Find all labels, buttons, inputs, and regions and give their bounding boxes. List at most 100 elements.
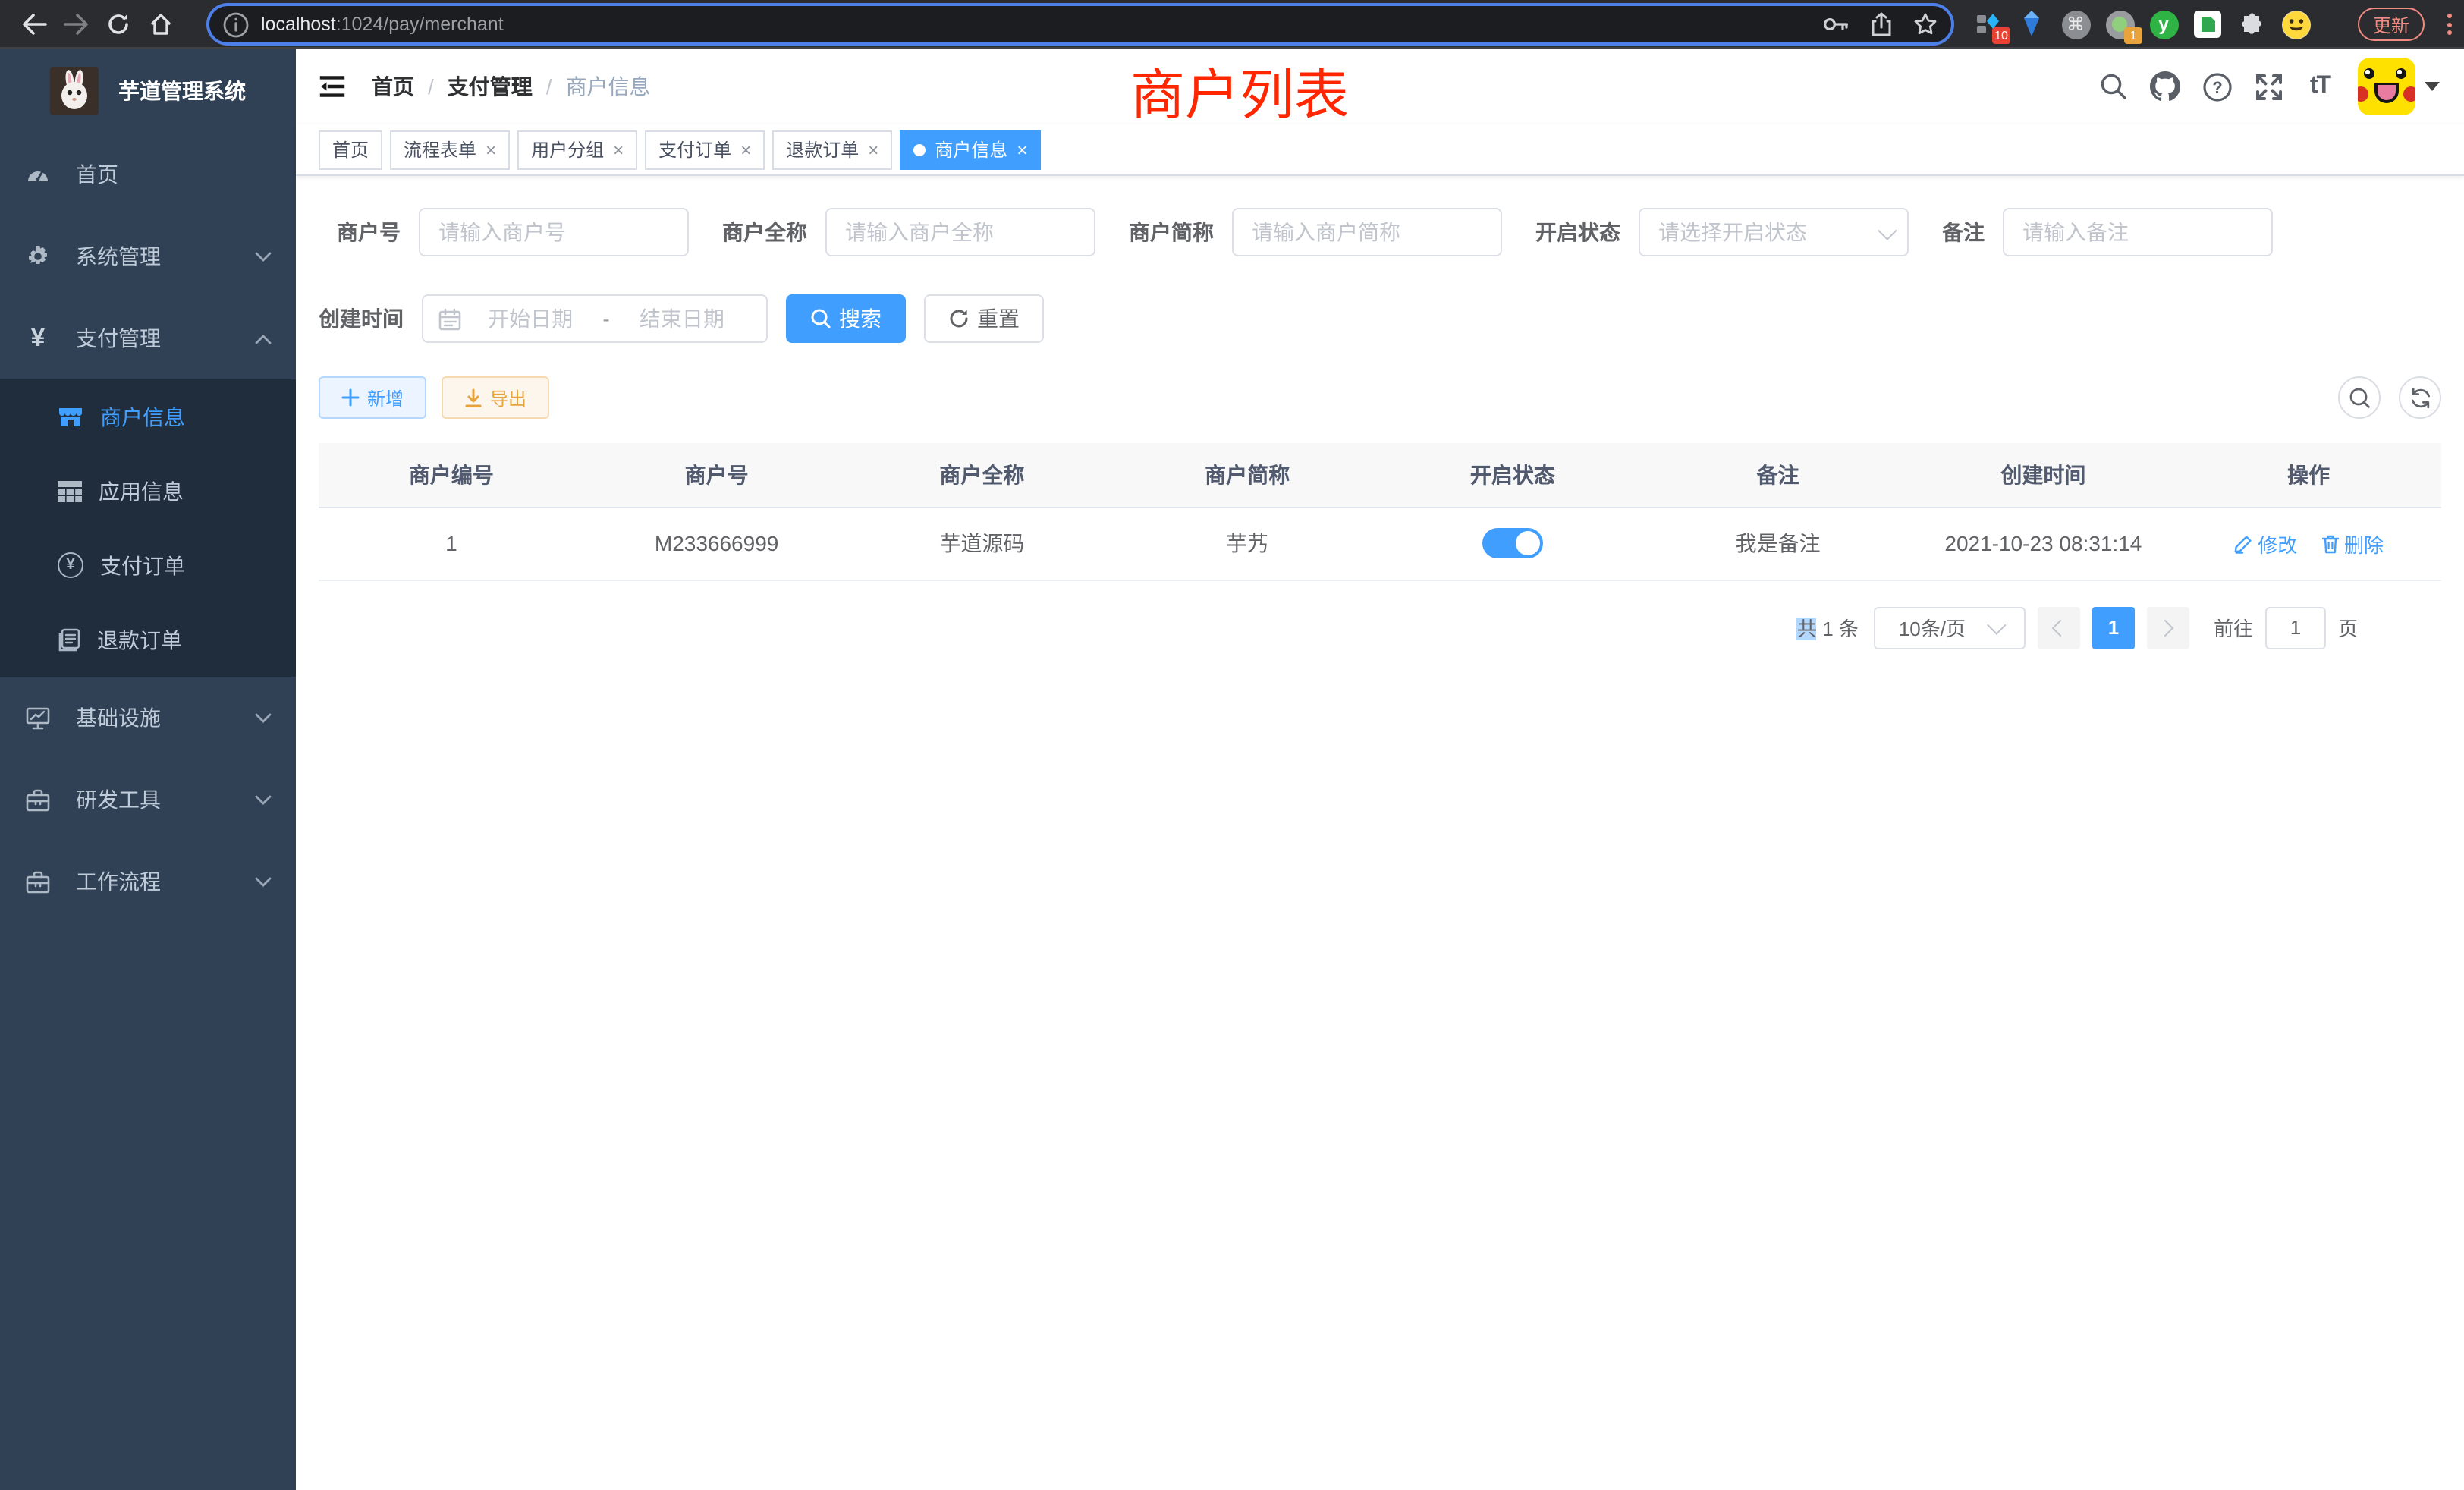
- refresh-icon: [948, 308, 970, 329]
- add-button[interactable]: 新增: [319, 376, 426, 419]
- help-button[interactable]: ?: [2191, 49, 2242, 124]
- browser-menu-button[interactable]: [2446, 11, 2452, 38]
- cell-remark: 我是备注: [1645, 507, 1911, 580]
- pay-submenu: 商户信息 应用信息 ¥ 支付订单 退款订单: [0, 379, 296, 677]
- cell-short-name: 芋艿: [1114, 507, 1380, 580]
- address-bar[interactable]: localhost:1024/pay/merchant: [209, 6, 1951, 42]
- sidebar-item-infra[interactable]: 基础设施: [0, 677, 296, 759]
- sidebar-toggle-icon[interactable]: [317, 71, 347, 102]
- sidebar-item-merchant-info[interactable]: 商户信息: [0, 379, 296, 454]
- sidebar-item-label: 支付订单: [100, 550, 272, 580]
- breadcrumb-home[interactable]: 首页: [372, 71, 414, 102]
- sidebar-item-label: 工作流程: [76, 866, 255, 897]
- sidebar-item-refund-order[interactable]: 退款订单: [0, 602, 296, 677]
- tab-process-form[interactable]: 流程表单 ×: [390, 130, 510, 169]
- tab-home[interactable]: 首页: [319, 130, 382, 169]
- question-circle-icon: ?: [2202, 72, 2231, 101]
- refresh-table-button[interactable]: [2399, 376, 2441, 419]
- edit-link[interactable]: 修改: [2233, 529, 2297, 558]
- fullscreen-button[interactable]: [2242, 49, 2294, 124]
- delete-link[interactable]: 删除: [2321, 529, 2384, 558]
- sidebar-item-system[interactable]: 系统管理: [0, 215, 296, 297]
- command-icon: ⌘: [2061, 10, 2090, 39]
- search-button[interactable]: 搜索: [786, 294, 906, 343]
- reset-button-label: 重置: [977, 303, 1020, 334]
- extension-command-icon[interactable]: ⌘: [2060, 9, 2091, 39]
- sidebar-item-workflow[interactable]: 工作流程: [0, 841, 296, 923]
- total-count: 1: [1817, 618, 1839, 640]
- avatar-caret-icon[interactable]: [2425, 82, 2440, 91]
- toggle-search-button[interactable]: [2338, 376, 2381, 419]
- extension-notes-icon[interactable]: [2192, 9, 2223, 39]
- status-select[interactable]: 请选择开启状态: [1639, 208, 1909, 256]
- sidebar-logo[interactable]: 芋道管理系统: [0, 49, 296, 134]
- tab-close-icon[interactable]: ×: [1017, 139, 1027, 160]
- password-key-button[interactable]: [1822, 15, 1850, 33]
- next-page-button[interactable]: [2147, 606, 2189, 649]
- breadcrumb: 首页 / 支付管理 / 商户信息: [372, 71, 651, 102]
- sidebar-item-devtools[interactable]: 研发工具: [0, 759, 296, 841]
- merchant-name-input[interactable]: [825, 208, 1095, 256]
- sidebar-item-pay[interactable]: ¥ 支付管理: [0, 297, 296, 379]
- browser-back-button[interactable]: [12, 5, 55, 42]
- chevron-right-icon: [2158, 619, 2175, 637]
- tab-close-icon[interactable]: ×: [486, 139, 496, 160]
- page-size-select[interactable]: 10条/页: [1874, 606, 2026, 649]
- sidebar-item-app-info[interactable]: 应用信息: [0, 454, 296, 528]
- chevron-down-icon: [255, 794, 272, 805]
- browser-home-button[interactable]: [140, 5, 182, 42]
- avatar-cheek: [2403, 86, 2415, 102]
- breadcrumb-separator: /: [546, 74, 552, 99]
- tab-close-icon[interactable]: ×: [868, 139, 878, 160]
- dashboard-icon: [26, 162, 50, 187]
- page-number-button[interactable]: 1: [2092, 606, 2135, 649]
- header-search-button[interactable]: [2088, 49, 2139, 124]
- tab-close-icon[interactable]: ×: [740, 139, 751, 160]
- page-content: 商户号 商户全称 商户简称 开启状态 请选择开启状态 备注 创建时间 开始日期: [296, 208, 2464, 649]
- sidebar-item-label: 商户信息: [100, 401, 272, 432]
- tab-pay-order[interactable]: 支付订单 ×: [645, 130, 765, 169]
- reset-button[interactable]: 重置: [924, 294, 1044, 343]
- bookmark-star-button[interactable]: [1913, 12, 1938, 36]
- short-name-input[interactable]: [1232, 208, 1502, 256]
- page-unit: 页: [2338, 613, 2358, 642]
- browser-forward-button[interactable]: [55, 5, 97, 42]
- sidebar-item-pay-order[interactable]: ¥ 支付订单: [0, 528, 296, 602]
- avatar-eye: [2364, 68, 2374, 79]
- browser-update-button[interactable]: 更新: [2358, 8, 2425, 41]
- main-area: 商户列表 首页 / 支付管理 / 商户信息 ?: [296, 49, 2464, 1490]
- chevron-down-icon: [255, 876, 272, 887]
- create-time-range-picker[interactable]: 开始日期 - 结束日期: [422, 294, 768, 343]
- github-icon: [2150, 71, 2180, 102]
- export-button[interactable]: 导出: [442, 376, 549, 419]
- chevron-down-icon: [255, 251, 272, 262]
- user-avatar[interactable]: [2358, 58, 2415, 115]
- tab-close-icon[interactable]: ×: [613, 139, 624, 160]
- sidebar-item-home[interactable]: 首页: [0, 134, 296, 215]
- profile-avatar-button[interactable]: [2280, 9, 2311, 39]
- browser-reload-button[interactable]: [97, 5, 140, 42]
- cell-create-time: 2021-10-23 08:31:14: [1911, 507, 2176, 580]
- remark-input[interactable]: [2003, 208, 2273, 256]
- active-tab-dot: [913, 143, 926, 156]
- tab-refund-order[interactable]: 退款订单 ×: [772, 130, 892, 169]
- goto-page-input[interactable]: [2265, 606, 2326, 649]
- breadcrumb-pay[interactable]: 支付管理: [448, 71, 533, 102]
- extension-proxy-icon[interactable]: 1: [2104, 9, 2135, 39]
- share-button[interactable]: [1871, 12, 1892, 36]
- extension-y-icon[interactable]: y: [2148, 9, 2179, 39]
- chevron-down-icon: [1878, 220, 1897, 239]
- extension-gem-icon[interactable]: [2016, 9, 2047, 39]
- merchant-no-input[interactable]: [419, 208, 689, 256]
- tab-merchant-info[interactable]: 商户信息 ×: [900, 130, 1041, 169]
- extension-tabs-icon[interactable]: 10: [1972, 9, 2003, 39]
- github-link-button[interactable]: [2139, 49, 2191, 124]
- status-toggle[interactable]: [1482, 528, 1543, 558]
- tab-user-group[interactable]: 用户分组 ×: [517, 130, 637, 169]
- font-size-button[interactable]: tT: [2294, 49, 2346, 124]
- extensions-menu-button[interactable]: [2236, 9, 2267, 39]
- prev-page-button[interactable]: [2038, 606, 2080, 649]
- goto-label: 前往: [2214, 613, 2253, 642]
- star-icon: [1913, 12, 1938, 36]
- breadcrumb-current: 商户信息: [566, 71, 651, 102]
